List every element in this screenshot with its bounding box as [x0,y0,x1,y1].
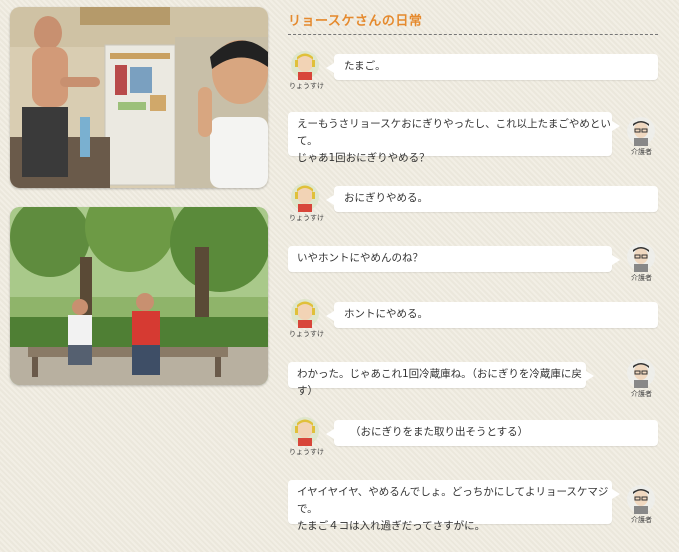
dialogue-text: えーもうさリョースケおにぎりやったし、これ以上たまごやめといて。 [297,118,611,147]
dialogue-text: ホントにやめる。 [344,308,428,320]
dialogue-text: たまご。 [344,60,386,72]
dialogue-text: （おにぎりをまた取り出そうとする） [350,426,529,438]
dialogue-row: りょうすけ （おにぎりをまた取り出そうとする） [288,414,658,456]
dialogue-text: じゃあ1回おにぎりやめる？ [297,152,430,164]
dialogue-text: イヤイヤイヤ、やめるんでしょ。どっちかにしてよリョースケマジで。 [297,486,609,515]
speech-bubble: ホントにやめる。 [326,302,658,328]
dialogue-text: いやホントにやめんのね？ [297,252,423,264]
title-divider [288,34,658,35]
dialogue-row: りょうすけ おにぎりやめる。 [288,180,658,222]
dialogue-row: りょうすけ ホントにやめる。 [288,296,658,338]
caregiver-avatar-icon [627,359,655,388]
park-photo [10,207,268,385]
speaker-label: りょうすけ [289,330,324,338]
speaker-label: 介護者 [631,390,652,398]
speaker-label: りょうすけ [289,214,324,222]
caregiver-avatar-icon [627,243,655,272]
speaker-label: りょうすけ [289,82,324,90]
ryosuke-avatar-icon [291,183,319,212]
dialogue-row: いやホントにやめんのね？ 介護者 [288,240,658,284]
dialogue-text: たまご４コは入れ過ぎだってさすがに。 [297,520,486,532]
speech-bubble: おにぎりやめる。 [326,186,658,212]
ryosuke-avatar-icon [291,417,319,446]
speech-bubble: いやホントにやめんのね？ [288,246,620,272]
ryosuke-avatar-icon [291,51,319,80]
caregiver-avatar-icon [627,117,655,146]
dialogue-row: イヤイヤイヤ、やめるんでしょ。どっちかにしてよリョースケマジで。 たまご４コは入… [288,478,658,532]
dialogue-text: わかった。じゃあこれ1回冷蔵庫ね。（おにぎりを冷蔵庫に戻す） [297,368,582,397]
speech-bubble: わかった。じゃあこれ1回冷蔵庫ね。（おにぎりを冷蔵庫に戻す） [288,362,594,397]
caregiver-avatar-icon [627,485,655,514]
speaker-label: 介護者 [631,274,652,282]
speaker-label: 介護者 [631,516,652,524]
speech-bubble: （おにぎりをまた取り出そうとする） [326,420,658,446]
kitchen-photo [10,7,268,188]
speech-bubble: イヤイヤイヤ、やめるんでしょ。どっちかにしてよリョースケマジで。 たまご４コは入… [288,480,620,532]
dialogue-row: りょうすけ たまご。 [288,48,658,90]
speaker-label: 介護者 [631,148,652,156]
speech-bubble: えーもうさリョースケおにぎりやったし、これ以上たまごやめといて。 じゃあ1回おに… [288,112,620,164]
speech-bubble: たまご。 [326,54,658,80]
dialogue-row: えーもうさリョースケおにぎりやったし、これ以上たまごやめといて。 じゃあ1回おに… [288,110,658,164]
dialogue-text: おにぎりやめる。 [344,192,428,204]
speaker-label: りょうすけ [289,448,324,456]
dialogue-row: わかった。じゃあこれ1回冷蔵庫ね。（おにぎりを冷蔵庫に戻す） 介護者 [288,356,658,400]
section-title: リョースケさんの日常 [288,14,423,29]
ryosuke-avatar-icon [291,299,319,328]
